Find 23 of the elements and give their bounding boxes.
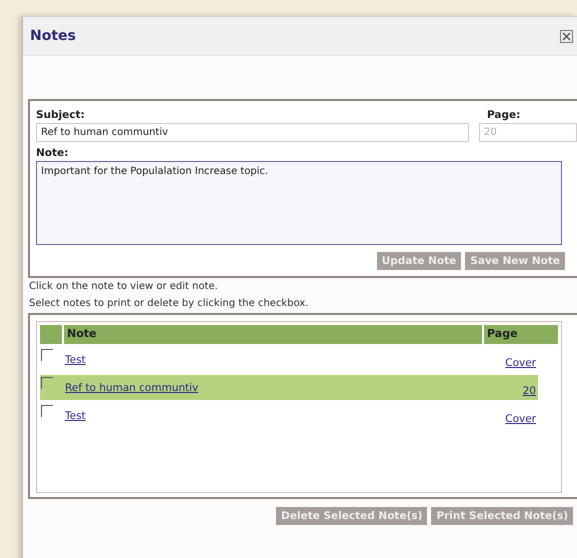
page-link[interactable]: Cover — [505, 357, 536, 369]
window-title: Notes — [30, 28, 76, 44]
note-row[interactable]: Test Cover — [40, 403, 558, 428]
note-row[interactable]: Ref to human communtiv 20 — [40, 375, 538, 400]
note-link[interactable]: Ref to human communtiv — [65, 382, 523, 394]
note-link[interactable]: Test — [65, 410, 506, 422]
page-link[interactable]: 20 — [522, 385, 536, 397]
page-link[interactable]: Cover — [505, 413, 536, 425]
checkbox[interactable] — [41, 405, 53, 417]
checkbox[interactable] — [41, 377, 53, 389]
checkbox[interactable] — [41, 349, 53, 361]
note-column-header: Note — [64, 325, 482, 344]
instruction-text: Click on the note to view or edit note. — [28, 280, 219, 294]
close-icon[interactable] — [560, 30, 573, 42]
subject-field[interactable]: Ref to human communtiv — [36, 123, 469, 142]
instruction-text: Select notes to print or delete by clicking the checkbox. — [28, 297, 310, 311]
page-column-header: Page — [484, 325, 558, 344]
page-label: Page: — [486, 108, 522, 123]
note-row[interactable]: Test Cover — [40, 347, 558, 372]
subject-label: Subject: — [36, 108, 86, 123]
note-link[interactable]: Test — [65, 354, 506, 366]
note-text-area[interactable]: Important for the Populalation Increase topic. — [36, 161, 562, 245]
note-label: Note: — [36, 147, 68, 159]
